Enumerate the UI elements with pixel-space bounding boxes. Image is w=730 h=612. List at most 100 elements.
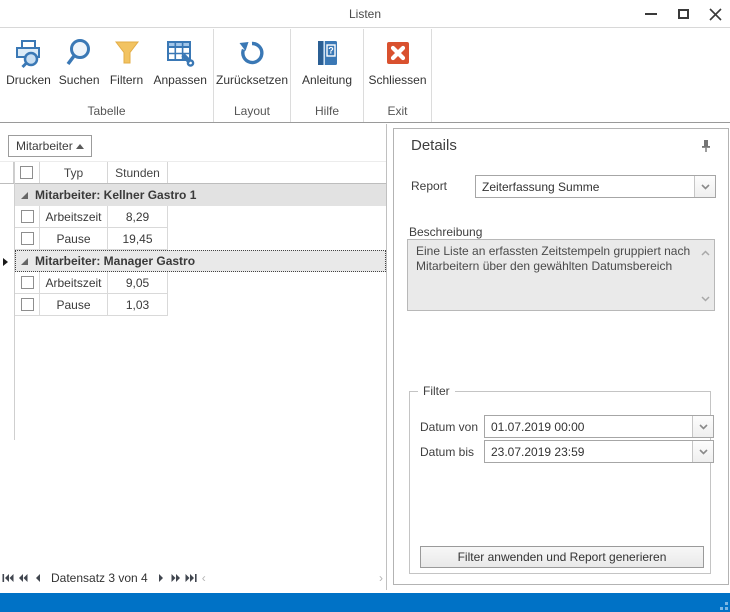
last-record-icon [185,573,197,583]
cell-stunden: 9,05 [108,272,168,293]
suchen-label: Suchen [59,73,100,87]
datum-von-dropdown-button[interactable] [692,416,713,437]
anleitung-button[interactable]: ? Anleitung [298,34,356,90]
row-checkbox[interactable] [21,298,34,311]
cell-stunden: 19,45 [108,228,168,249]
scroll-left-icon[interactable]: ‹ [202,571,206,585]
cell-typ: Pause [40,228,108,249]
customize-table-icon [164,37,196,69]
column-header-typ[interactable]: Typ [40,162,108,183]
zuruecksetzen-button[interactable]: Zurücksetzen [214,34,290,90]
ribbon-toolbar: Drucken Suchen Filtern [0,29,730,123]
print-icon [12,37,44,69]
datum-bis-value: 23.07.2019 23:59 [485,445,692,459]
close-x-icon [382,37,414,69]
ribbon-group-exit: Schliessen Exit [364,29,432,122]
cell-stunden: 8,29 [108,206,168,227]
select-column-header[interactable] [14,162,40,183]
row-checkbox[interactable] [21,232,34,245]
next-page-button[interactable] [169,569,184,587]
group-row-kellner-gastro-1[interactable]: Mitarbeiter: Kellner Gastro 1 [15,184,386,206]
report-combobox[interactable]: Zeiterfassung Summe [475,175,716,198]
maximize-button[interactable] [674,5,692,23]
close-icon [709,8,722,21]
svg-text:?: ? [328,46,334,56]
next-record-button[interactable] [154,569,169,587]
horizontal-scrollbar[interactable]: ‹ › [199,570,386,586]
app-window: Listen Drucken [0,0,730,612]
group-row-manager-gastro[interactable]: Mitarbeiter: Manager Gastro [15,250,386,272]
search-icon [63,37,95,69]
ribbon-group-hilfe: ? Anleitung Hilfe [291,29,364,122]
table-row[interactable]: Arbeitszeit 9,05 [15,272,168,294]
record-position-text: Datensatz 3 von 4 [51,571,148,585]
table-row[interactable]: Arbeitszeit 8,29 [15,206,168,228]
chevron-down-icon [701,184,710,190]
minimize-icon [645,13,657,15]
last-record-button[interactable] [184,569,199,587]
row-checkbox[interactable] [21,276,34,289]
anpassen-button[interactable]: Anpassen [150,34,211,90]
select-all-checkbox[interactable] [20,166,33,179]
sort-ascending-icon [76,144,84,149]
report-dropdown-button[interactable] [694,176,715,197]
prev-record-icon [35,573,41,583]
filtern-label: Filtern [110,73,143,87]
scroll-down-icon[interactable] [701,291,710,305]
prev-record-button[interactable] [30,569,45,587]
pin-icon[interactable] [700,139,712,156]
status-bar [0,593,730,612]
grid-header-row: Typ Stunden [0,162,386,184]
group-by-button[interactable]: Mitarbeiter [8,135,92,157]
group-expanded-icon[interactable] [21,192,28,199]
datum-von-value: 01.07.2019 00:00 [485,420,692,434]
group-row-label: Mitarbeiter: Manager Gastro [35,254,195,268]
datum-von-label: Datum von [420,420,478,434]
table-row[interactable]: Pause 19,45 [15,228,168,250]
next-page-icon [171,573,181,583]
filter-icon [111,37,143,69]
maximize-icon [678,9,689,19]
employee-grid: Mitarbeiter Typ Stunden Mitarbeiter: Kel… [0,124,387,590]
filter-legend: Filter [418,384,455,398]
ribbon-group-label-exit: Exit [364,102,431,122]
schliessen-label: Schliessen [368,73,426,87]
reset-icon [236,37,268,69]
scroll-up-icon[interactable] [701,245,710,259]
group-row-label: Mitarbeiter: Kellner Gastro 1 [35,188,196,202]
drucken-button[interactable]: Drucken [2,34,55,90]
schliessen-button[interactable]: Schliessen [364,34,430,90]
datum-bis-dropdown-button[interactable] [692,441,713,462]
row-checkbox[interactable] [21,210,34,223]
column-header-stunden[interactable]: Stunden [108,162,168,183]
table-row[interactable]: Pause 1,03 [15,294,168,316]
close-button[interactable] [706,5,724,23]
beschreibung-text: Eine Liste an erfassten Zeitstempeln gru… [416,244,698,274]
zuruecksetzen-label: Zurücksetzen [216,73,288,87]
cell-typ: Arbeitszeit [40,272,108,293]
chevron-down-icon [699,424,708,430]
manual-book-icon: ? [311,37,343,69]
group-expanded-icon[interactable] [21,258,28,265]
resize-grip[interactable] [716,598,728,610]
ribbon-group-label-layout: Layout [214,102,290,122]
ribbon-group-layout: Zurücksetzen Layout [214,29,291,122]
column-header-filler [168,162,386,183]
report-value: Zeiterfassung Summe [476,180,694,194]
beschreibung-label: Beschreibung [409,225,482,239]
first-record-button[interactable] [0,569,15,587]
title-bar: Listen [0,0,730,28]
datum-von-combobox[interactable]: 01.07.2019 00:00 [484,415,714,438]
suchen-button[interactable]: Suchen [55,34,104,90]
scroll-right-icon[interactable]: › [379,571,383,585]
prev-page-button[interactable] [15,569,30,587]
chevron-down-icon [699,449,708,455]
drucken-label: Drucken [6,73,51,87]
datum-bis-combobox[interactable]: 23.07.2019 23:59 [484,440,714,463]
next-record-icon [158,573,164,583]
minimize-button[interactable] [642,5,660,23]
apply-filter-button[interactable]: Filter anwenden und Report generieren [420,546,704,568]
anpassen-label: Anpassen [154,73,207,87]
first-record-icon [2,573,14,583]
filtern-button[interactable]: Filtern [104,34,150,90]
